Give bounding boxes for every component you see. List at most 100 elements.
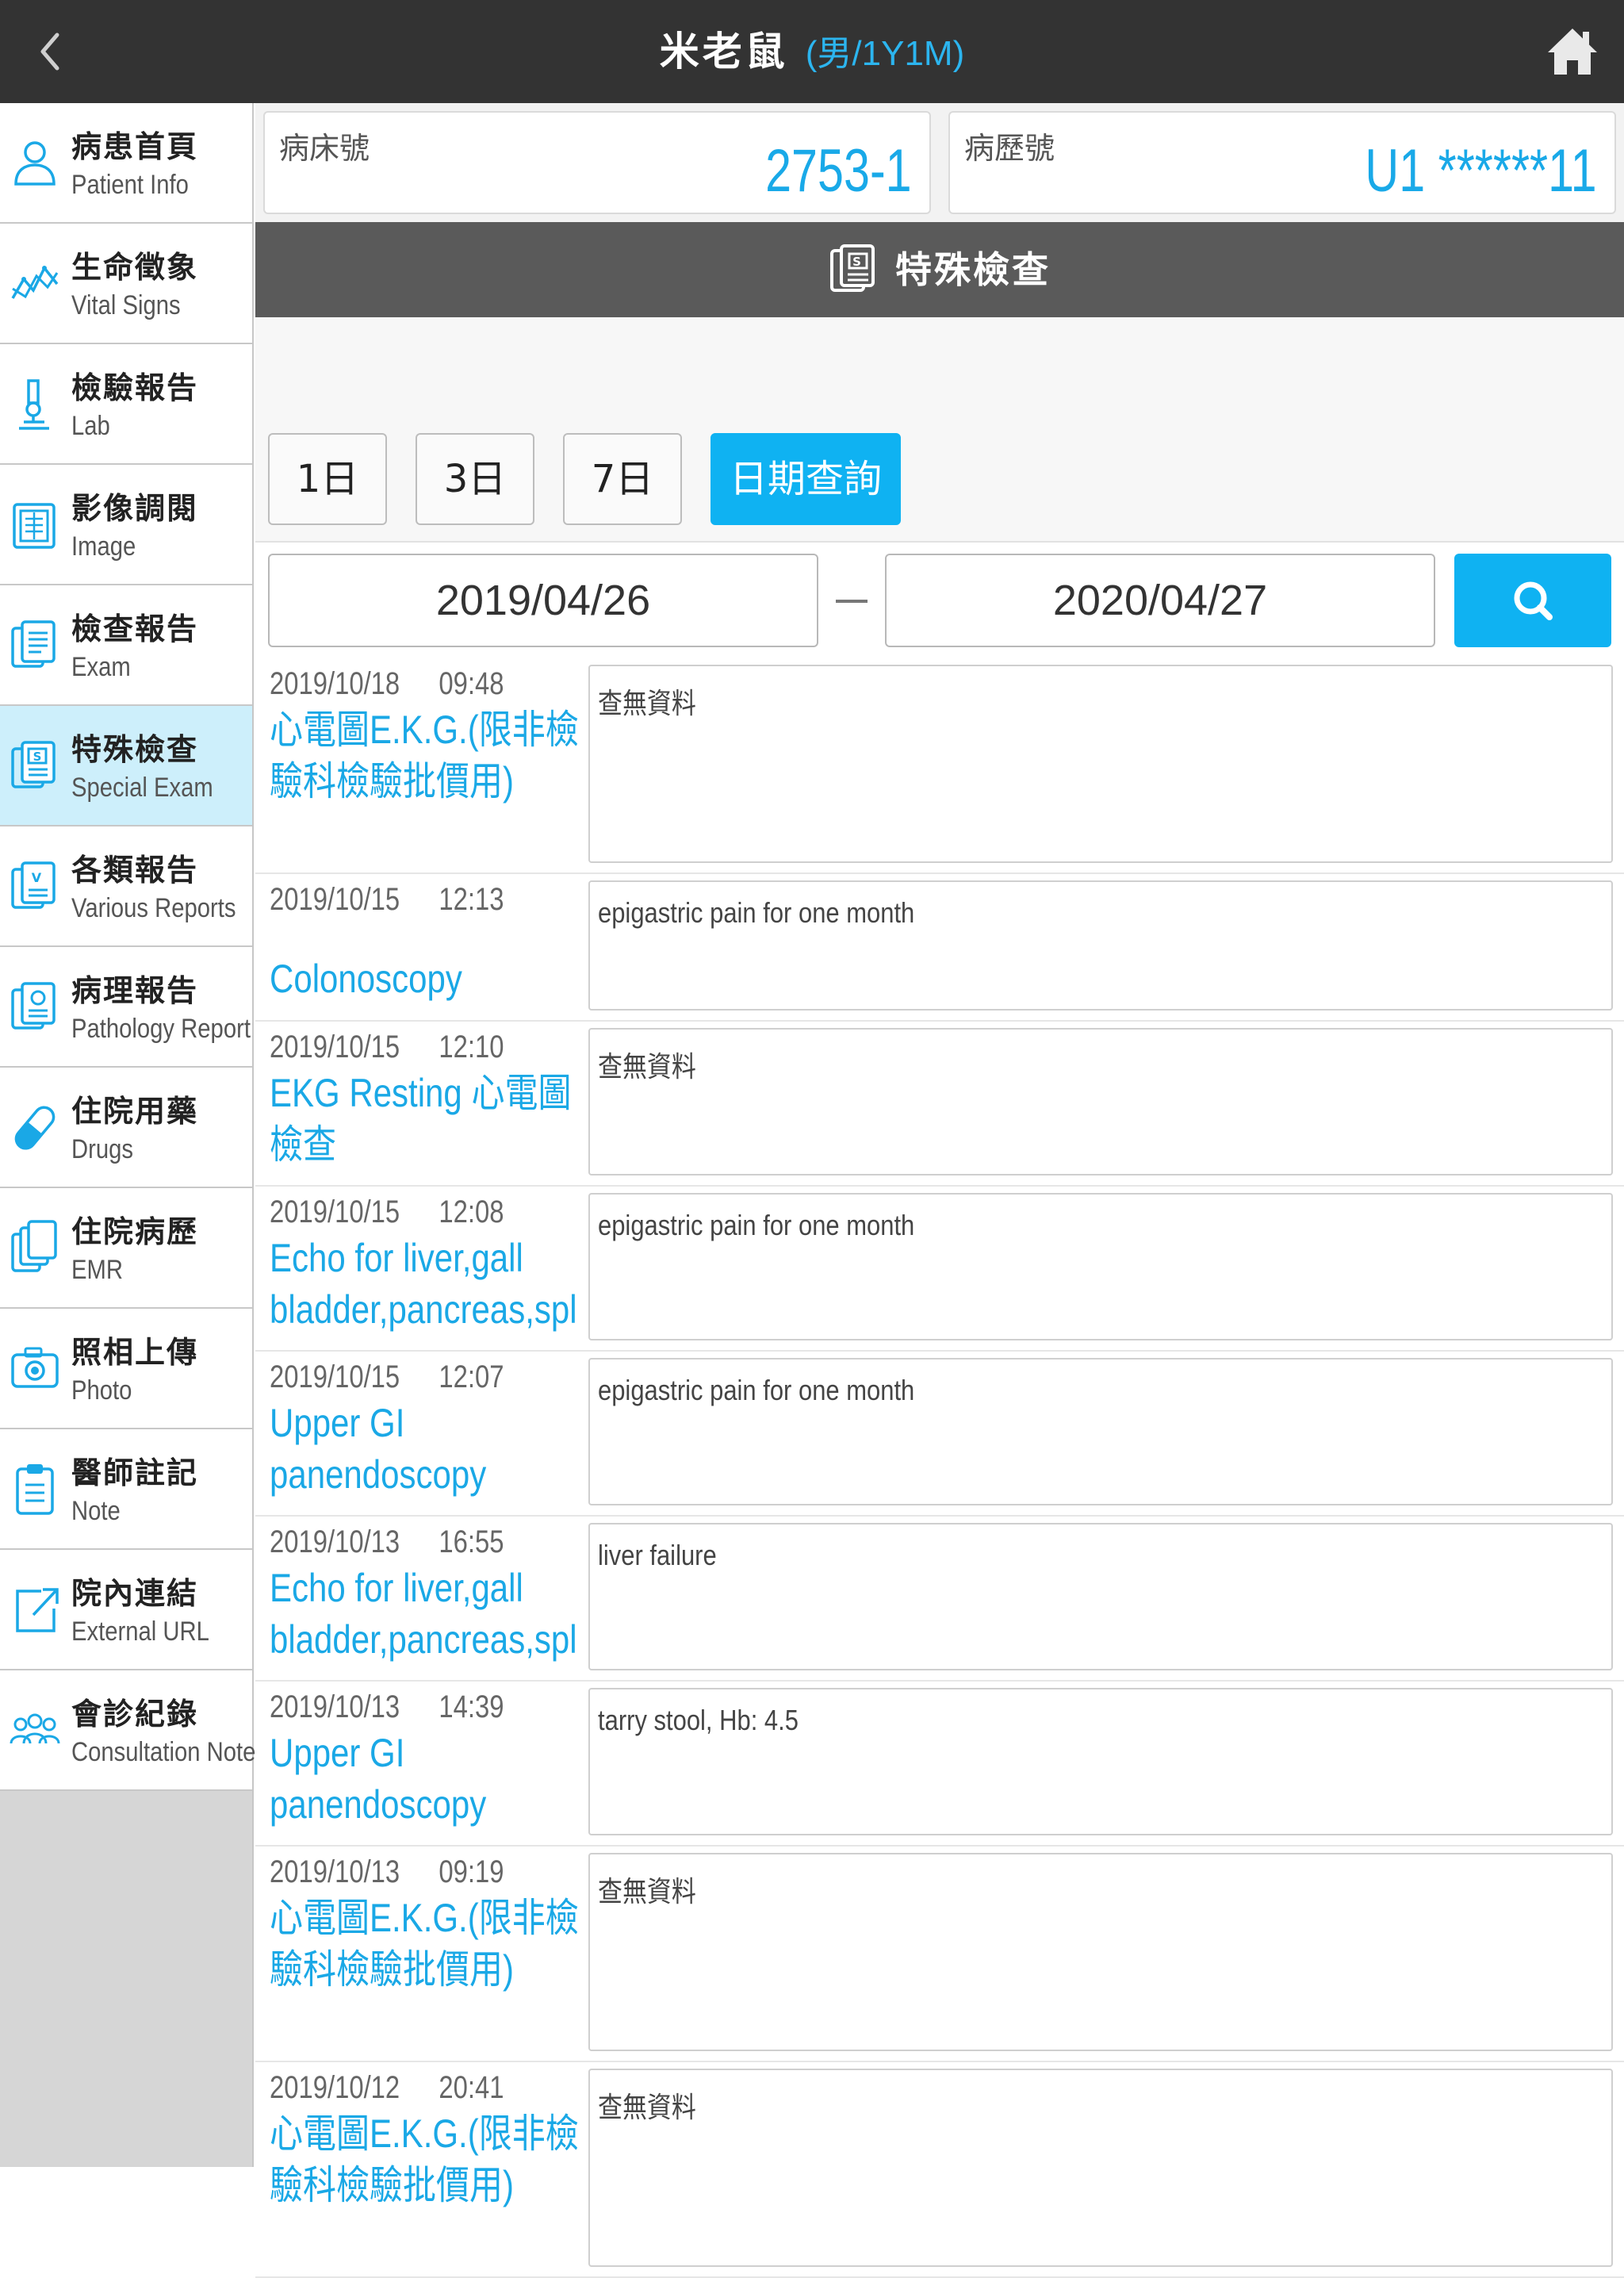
record-title[interactable]: 心電圖E.K.G.(限非檢驗科檢驗批價用)	[270, 2108, 603, 2211]
record-datetime: 2019/10/13 16:55	[270, 1524, 504, 1560]
divider	[255, 541, 1624, 543]
sidebar-item-special-exam[interactable]: S 特殊檢查 Special Exam	[0, 706, 252, 826]
record-row[interactable]: 2019/10/13 14:39 Upper GI panendoscopy tarr…	[255, 1682, 1624, 1847]
date-query-button[interactable]: 日期查詢	[710, 433, 901, 525]
record-note-box[interactable]: epigastric pain for one month	[588, 1193, 1613, 1340]
record-note: epigastric pain for one month	[598, 896, 915, 929]
record-date: 2019/10/15	[270, 1195, 400, 1229]
sidebar-item-consultation-note[interactable]: 會診紀錄 Consultation Note	[0, 1670, 255, 1791]
patient-info-row: 病床號 2753-1 病歷號 U1 ******11	[255, 103, 1624, 222]
sidebar-item-label: 病理報告	[71, 973, 199, 1008]
sidebar-item-label: 各類報告	[71, 853, 199, 888]
sidebar-item-various-reports[interactable]: V 各類報告 Various Reports	[0, 826, 252, 947]
sidebar-item-label: 院內連結	[71, 1576, 199, 1611]
various-reports-icon: V	[11, 861, 56, 909]
sidebar-item-image[interactable]: 影像調閱 Image	[0, 465, 252, 585]
record-row[interactable]: 2019/10/15 12:08 Echo for liver,gall bladd…	[255, 1187, 1624, 1352]
range-7day-button[interactable]: 7日	[563, 433, 682, 525]
record-row[interactable]: 2019/10/15 12:10 EKG Resting 心電圖檢查 查無資料	[255, 1022, 1624, 1187]
record-note-box[interactable]: 查無資料	[588, 1853, 1613, 2051]
sidebar-item-note[interactable]: 醫師註記 Note	[0, 1429, 252, 1550]
sidebar-item-label: 特殊檢查	[71, 732, 199, 767]
record-date: 2019/10/15	[270, 1360, 400, 1394]
search-button[interactable]	[1454, 554, 1611, 647]
record-title[interactable]: 心電圖E.K.G.(限非檢驗科檢驗批價用)	[270, 1893, 603, 1996]
sidebar-item-sublabel: Patient Info	[71, 170, 189, 200]
sidebar-item-external-url[interactable]: 院內連結 External URL	[0, 1550, 252, 1670]
sidebar-item-label: 生命徵象	[71, 250, 199, 285]
svg-text:S: S	[852, 255, 864, 269]
record-title[interactable]: 心電圖E.K.G.(限非檢驗科檢驗批價用)	[270, 704, 603, 807]
record-time: 09:48	[439, 666, 504, 701]
record-note: 查無資料	[598, 687, 696, 719]
exam-doc-icon	[11, 620, 56, 668]
record-date: 2019/10/13	[270, 1854, 400, 1889]
record-row[interactable]: 2019/10/13 09:19 心電圖E.K.G.(限非檢驗科檢驗批價用) 查無資料	[255, 1847, 1624, 2062]
record-row[interactable]: 2019/10/13 16:55 Echo for liver,gall bladd…	[255, 1517, 1624, 1682]
sidebar-item-pathology-report[interactable]: 病理報告 Pathology Report	[0, 947, 252, 1068]
sidebar-item-exam[interactable]: 檢查報告 Exam	[0, 585, 252, 706]
record-title[interactable]: Colonoscopy	[270, 953, 603, 1005]
sidebar-item-sublabel: Special Exam	[71, 773, 213, 803]
record-date: 2019/10/15	[270, 882, 400, 917]
record-title[interactable]: Echo for liver,gall bladder,pancreas,spl	[270, 1233, 603, 1336]
record-time: 20:41	[439, 2070, 504, 2105]
record-date: 2019/10/12	[270, 2070, 400, 2105]
record-datetime: 2019/10/15 12:08	[270, 1195, 504, 1230]
pill-icon	[14, 1106, 56, 1150]
sidebar-item-sublabel: Drugs	[71, 1134, 134, 1164]
record-datetime: 2019/10/13 09:19	[270, 1854, 504, 1890]
sidebar-item-drugs[interactable]: 住院用藥 Drugs	[0, 1068, 252, 1188]
date-from-input[interactable]: 2019/04/26	[268, 554, 818, 647]
sidebar-item-sublabel: Note	[71, 1496, 121, 1526]
svg-text:S: S	[33, 750, 42, 764]
range-1day-button[interactable]: 1日	[268, 433, 387, 525]
range-3day-button[interactable]: 3日	[416, 433, 534, 525]
copy-docs-icon	[11, 1220, 57, 1272]
sidebar-item-sublabel: Various Reports	[71, 893, 236, 923]
sidebar: 病患首頁 Patient Info 生命徵象 Vital Signs 檢驗報告 Lab 影像…	[0, 103, 255, 2167]
record-note: epigastric pain for one month	[598, 1209, 915, 1241]
home-button[interactable]	[1545, 24, 1600, 79]
sidebar-item-photo[interactable]: 照相上傳 Photo	[0, 1309, 252, 1429]
record-note-box[interactable]: 查無資料	[588, 1028, 1613, 1175]
record-row[interactable]: 2019/10/15 12:13 Colonoscopy epigastric pai…	[255, 874, 1624, 1022]
external-link-icon	[16, 1588, 59, 1632]
top-bar: 米老鼠 (男/1Y1M)	[0, 0, 1624, 103]
record-title[interactable]: Echo for liver,gall bladder,pancreas,spl	[270, 1563, 603, 1666]
sidebar-item-lab[interactable]: 檢驗報告 Lab	[0, 344, 252, 465]
patient-title: 米老鼠 (男/1Y1M)	[0, 24, 1624, 82]
record-time: 12:08	[439, 1195, 504, 1229]
record-note-box[interactable]: tarry stool, Hb: 4.5	[588, 1688, 1613, 1835]
sidebar-item-vital-signs[interactable]: 生命徵象 Vital Signs	[0, 224, 252, 344]
microscope-icon	[19, 379, 49, 430]
sidebar-item-label: 病患首頁	[71, 129, 199, 164]
sidebar-item-label: 影像調閱	[71, 491, 199, 526]
sidebar-item-label: 照相上傳	[71, 1335, 199, 1370]
chart-number-value: U1 ******11	[1365, 137, 1597, 205]
record-note-box[interactable]: 查無資料	[588, 665, 1613, 863]
record-row[interactable]: 2019/10/15 12:07 Upper GI panendoscopy epig…	[255, 1352, 1624, 1517]
sidebar-item-sublabel: Vital Signs	[71, 290, 181, 320]
record-row[interactable]: 2019/10/18 09:48 心電圖E.K.G.(限非檢驗科檢驗批價用) 查無資料	[255, 658, 1624, 874]
sidebar-item-label: 檢驗報告	[71, 370, 199, 405]
record-note-box[interactable]: epigastric pain for one month	[588, 880, 1613, 1011]
date-to-input[interactable]: 2020/04/27	[885, 554, 1435, 647]
record-note-box[interactable]: 查無資料	[588, 2069, 1613, 2267]
record-row[interactable]: 2019/10/12 20:41 心電圖E.K.G.(限非檢驗科檢驗批價用) 查無資料	[255, 2062, 1624, 2278]
record-time: 12:13	[439, 882, 504, 917]
record-note-box[interactable]: liver failure	[588, 1523, 1613, 1670]
user-icon	[14, 141, 56, 186]
svg-text:V: V	[32, 870, 42, 885]
record-note: 查無資料	[598, 1050, 696, 1083]
record-note-box[interactable]: epigastric pain for one month	[588, 1358, 1613, 1505]
record-title[interactable]: Upper GI panendoscopy	[270, 1728, 603, 1831]
sidebar-item-patient-info[interactable]: 病患首頁 Patient Info	[0, 103, 252, 224]
bed-number-box: 病床號 2753-1	[263, 111, 931, 214]
sidebar-item-sublabel: Photo	[71, 1375, 132, 1406]
chart-number-label: 病歷號	[964, 131, 1055, 166]
sidebar-item-emr[interactable]: 住院病歷 EMR	[0, 1188, 252, 1309]
record-title[interactable]: EKG Resting 心電圖檢查	[270, 1068, 603, 1171]
sidebar-item-sublabel: Exam	[71, 652, 131, 682]
record-title[interactable]: Upper GI panendoscopy	[270, 1398, 603, 1501]
